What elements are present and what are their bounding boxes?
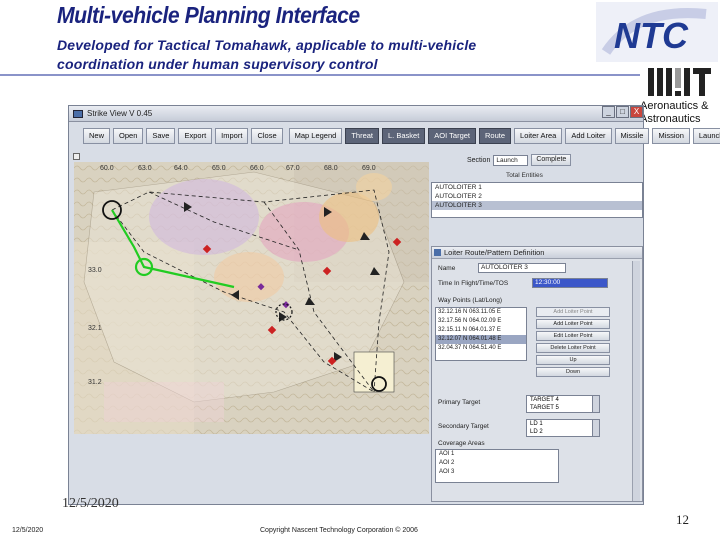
route-button[interactable]: Route [479,128,512,144]
title-rule [0,74,640,76]
lon-label: 68.0 [324,165,338,172]
loiter-panel-title: Loiter Route/Pattern Definition [444,248,545,257]
list-scrollbar[interactable] [592,396,599,412]
coverage-list[interactable]: AOI 1 AOI 2 AOI 3 [435,449,559,483]
list-item[interactable]: LD 2 [527,428,599,436]
list-item[interactable]: AOI 1 [436,450,558,459]
launch-button[interactable]: Launch [692,128,720,144]
panel-scrollbar[interactable] [632,261,640,501]
footer-date: 12/5/2020 [62,496,119,511]
save-button[interactable]: Save [146,128,176,144]
list-item[interactable]: TARGET 5 [527,404,599,412]
copyright-text: Copyright Nascent Technology Corporation… [260,527,418,534]
section-row: Section Launch Complete [467,154,572,166]
lon-label: 65.0 [212,165,226,172]
right-panel: Section Launch Complete Total Entities A… [429,150,643,502]
lat-label: 31.2 [88,379,102,386]
secondary-target-label: Secondary Target [438,423,489,430]
basket-button[interactable]: L. Basket [382,128,426,144]
down-button[interactable]: Down [536,367,610,377]
aoi-label-box [353,351,395,393]
list-item[interactable]: LD 1 [527,420,599,428]
name-field[interactable]: AUTOLOITER 3 [478,263,566,273]
window-titlebar[interactable]: Strike View V 0.45 _ □ X [69,106,643,122]
close-button[interactable]: Close [251,128,283,144]
primary-target-label: Primary Target [438,399,481,406]
complete-button[interactable]: Complete [531,154,572,166]
time-label: Time In Flight/Time/TOS [438,280,509,287]
list-item[interactable]: AUTOLOITER 1 [432,183,642,192]
delete-loiter-point-button[interactable]: Delete Loiter Point [536,343,610,353]
open-button[interactable]: Open [113,128,144,144]
lat-label: 33.0 [88,267,102,274]
threat-button[interactable]: Threat [345,128,380,144]
list-item[interactable]: 32.04.37 N 064.51.40 E [436,344,526,353]
pin-icon[interactable] [73,153,80,160]
panel-icon [434,249,441,256]
time-field[interactable]: 12:30:00 [532,278,608,288]
maximize-button[interactable]: □ [616,106,629,118]
ntc-logo: NTC [596,2,718,62]
section-field[interactable]: Launch [493,154,529,166]
list-item-selected[interactable]: 32.12.07 N 064.01.48 E [436,335,526,344]
list-item[interactable]: AOI 3 [436,468,558,477]
page-number: 12 [676,512,689,527]
footer-date-small: 12/5/2020 [12,527,44,534]
lon-label: 67.0 [286,165,300,172]
edit-loiter-point-button[interactable]: Edit Loiter Point [536,331,610,341]
up-button[interactable]: Up [536,355,610,365]
mit-caption: Aeronautics & Astronautics [640,100,709,125]
strike-view-window: Strike View V 0.45 _ □ X New Open Save E… [68,105,720,505]
entities-list[interactable]: AUTOLOITER 1 AUTOLOITER 2 AUTOLOITER 3 [431,182,643,218]
name-label: Name [438,265,456,272]
lat-label: 32.1 [88,325,102,332]
coverage-label: Coverage Areas [438,440,485,447]
export-button[interactable]: Export [178,128,213,144]
lon-label: 60.0 [100,165,114,172]
slide-title: Multi-vehicle Planning Interface [57,2,360,28]
lon-label: 69.0 [362,165,376,172]
list-scrollbar[interactable] [592,420,599,436]
add-loiter-button[interactable]: Add Loiter [565,128,612,144]
loiter-definition-panel: Loiter Route/Pattern Definition Name AUT… [431,246,643,502]
close-window-button[interactable]: X [630,106,643,118]
aoi-target-button[interactable]: AOI Target [428,128,477,144]
add-loiter-point-field[interactable]: Add Loiter Point [536,307,610,317]
mission-button[interactable]: Mission [652,128,690,144]
secondary-target-list[interactable]: LD 1 LD 2 [526,419,600,437]
list-item[interactable]: TARGET 4 [527,396,599,404]
list-item[interactable]: 32.17.56 N 064.02.09 E [436,317,526,326]
add-loiter-point-button[interactable]: Add Loiter Point [536,319,610,329]
lon-label: 64.0 [174,165,188,172]
loiter-area-button[interactable]: Loiter Area [514,128,563,144]
window-title: Strike View V 0.45 [87,109,153,118]
waypoints-label: Way Points (Lat/Long) [438,297,503,304]
slide-subtitle: Developed for Tactical Tomahawk, applica… [57,37,477,72]
app-icon [73,109,83,118]
list-item[interactable]: AOI 2 [436,459,558,468]
svg-text:NTC: NTC [614,15,689,56]
import-button[interactable]: Import [215,128,249,144]
waypoints-list[interactable]: 32.12.16 N 063.11.05 E 32.17.56 N 064.02… [435,307,527,361]
list-item[interactable]: AUTOLOITER 2 [432,192,642,201]
missile-button[interactable]: Missile [614,128,650,144]
lon-label: 66.0 [250,165,264,172]
list-item[interactable]: 32.15.11 N 064.01.37 E [436,326,526,335]
list-item[interactable]: 32.12.16 N 063.11.05 E [436,308,526,317]
new-button[interactable]: New [83,128,111,144]
mit-logo [646,66,716,98]
entities-label: Total Entities [506,172,543,179]
lon-label: 63.0 [138,165,152,172]
main-toolbar: New Open Save Export Import Close Map Le… [83,128,720,146]
map-legend-button[interactable]: Map Legend [288,128,343,144]
list-item-selected[interactable]: AUTOLOITER 3 [432,201,642,210]
loiter-panel-titlebar: Loiter Route/Pattern Definition [432,247,642,259]
map-view[interactable]: 60.0 63.0 64.0 65.0 66.0 67.0 68.0 69.0 … [74,162,429,434]
primary-target-list[interactable]: TARGET 4 TARGET 5 [526,395,600,413]
section-label: Section [467,156,491,164]
minimize-button[interactable]: _ [602,106,615,118]
